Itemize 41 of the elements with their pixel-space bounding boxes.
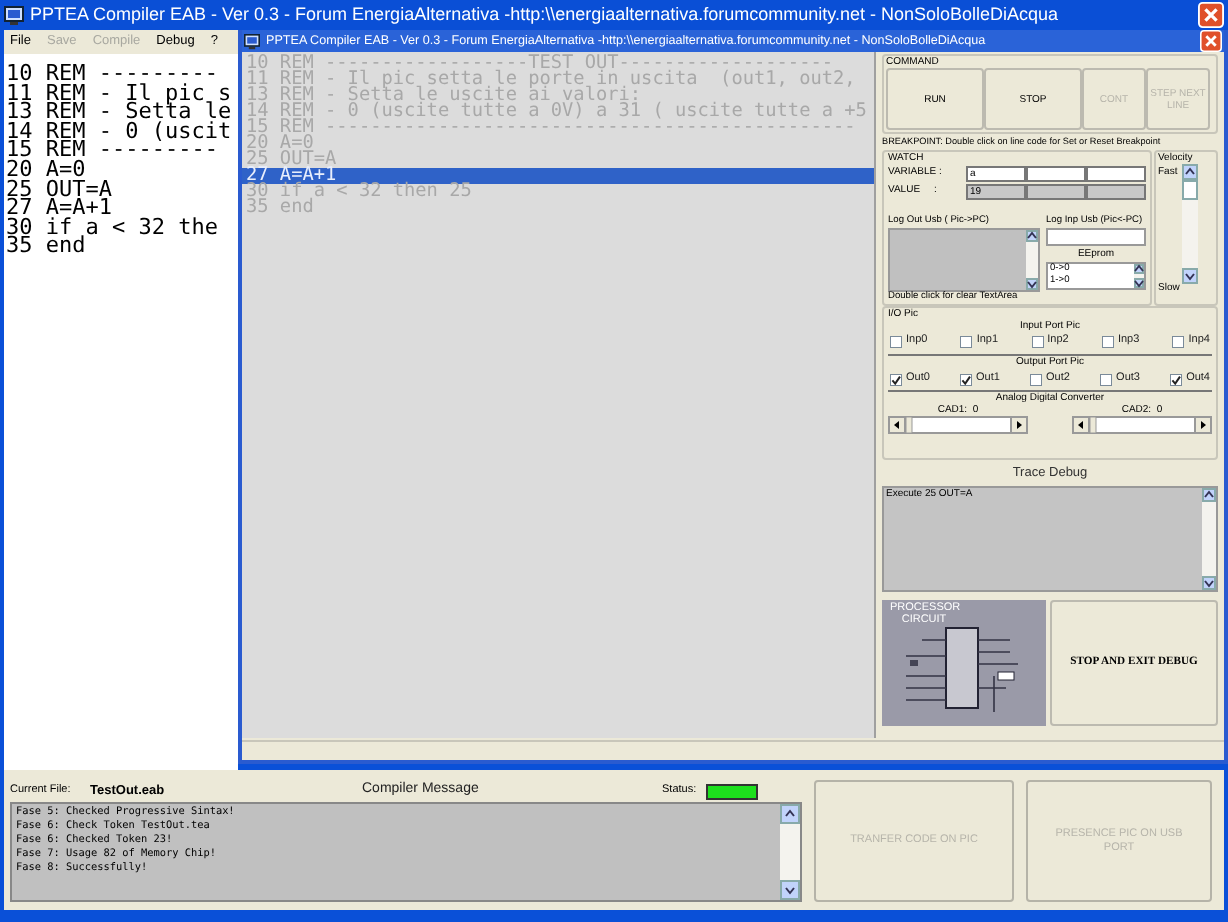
vertical-scrollbar[interactable] — [780, 804, 800, 900]
code-line: 13 REM - Setta le — [6, 102, 234, 122]
checkbox[interactable] — [1031, 335, 1044, 347]
horizontal-scrollbar[interactable] — [1072, 416, 1212, 434]
slider-thumb[interactable] — [1181, 180, 1198, 201]
vertical-scrollbar[interactable] — [1134, 264, 1144, 288]
velocity-slider[interactable] — [1181, 180, 1198, 268]
watch-field[interactable] — [1086, 184, 1146, 200]
checkbox[interactable] — [890, 335, 902, 347]
code-line: 10 REM --------- — [6, 64, 220, 84]
checkbox[interactable] — [890, 373, 902, 385]
watch-field[interactable] — [1026, 166, 1086, 182]
vertical-scrollbar[interactable] — [1202, 488, 1216, 590]
code-line: 20 A=0 — [6, 159, 86, 180]
checkbox[interactable] — [1101, 335, 1114, 347]
code-line: 11 REM - Il pic s — [6, 83, 234, 103]
checkbox[interactable] — [960, 335, 973, 347]
code-line: 35 end — [6, 236, 87, 256]
checkbox[interactable] — [1030, 373, 1043, 385]
checkbox[interactable] — [1100, 373, 1113, 385]
code-editor[interactable]: 10 REM --------- 11 REM - Il pic s 13 REM - Setta le 14 REM - 0 (uscit 15 REM --------- 20 A=0 25 OUT=A 27 A=A+1 30 if a < 32 the 35 end — [4, 54, 238, 770]
code-line: 27 A=A+1 — [6, 198, 114, 218]
checkbox[interactable] — [960, 373, 973, 385]
watch-field[interactable] — [1026, 184, 1086, 200]
up-arrow-icon[interactable] — [1181, 164, 1198, 180]
code-line: 30 if a < 32 the — [6, 217, 220, 237]
close-icon[interactable] — [1198, 2, 1224, 28]
window-title: PPTEA Compiler EAB - Ver 0.3 - Forum EnergiaAlternativa -http:\\energiaalternativa.forumcommunity.net - NonSoloBolleDiAcqua — [30, 1, 1061, 28]
checkbox[interactable] — [1172, 335, 1185, 347]
watch-field[interactable] — [1086, 166, 1146, 182]
down-arrow-icon[interactable] — [1181, 268, 1198, 284]
code-line: 15 REM --------- — [6, 140, 218, 160]
log-input-field[interactable] — [1046, 228, 1146, 246]
code-line: 14 REM - 0 (uscit — [6, 121, 234, 141]
close-icon[interactable] — [1200, 30, 1222, 52]
horizontal-scrollbar[interactable] — [888, 416, 1028, 434]
app-icon — [4, 5, 24, 25]
debug-code-area[interactable] — [242, 52, 876, 738]
checkbox[interactable] — [1170, 373, 1183, 385]
vertical-scrollbar[interactable] — [1026, 230, 1038, 290]
code-line: 25 OUT=A — [6, 179, 114, 199]
